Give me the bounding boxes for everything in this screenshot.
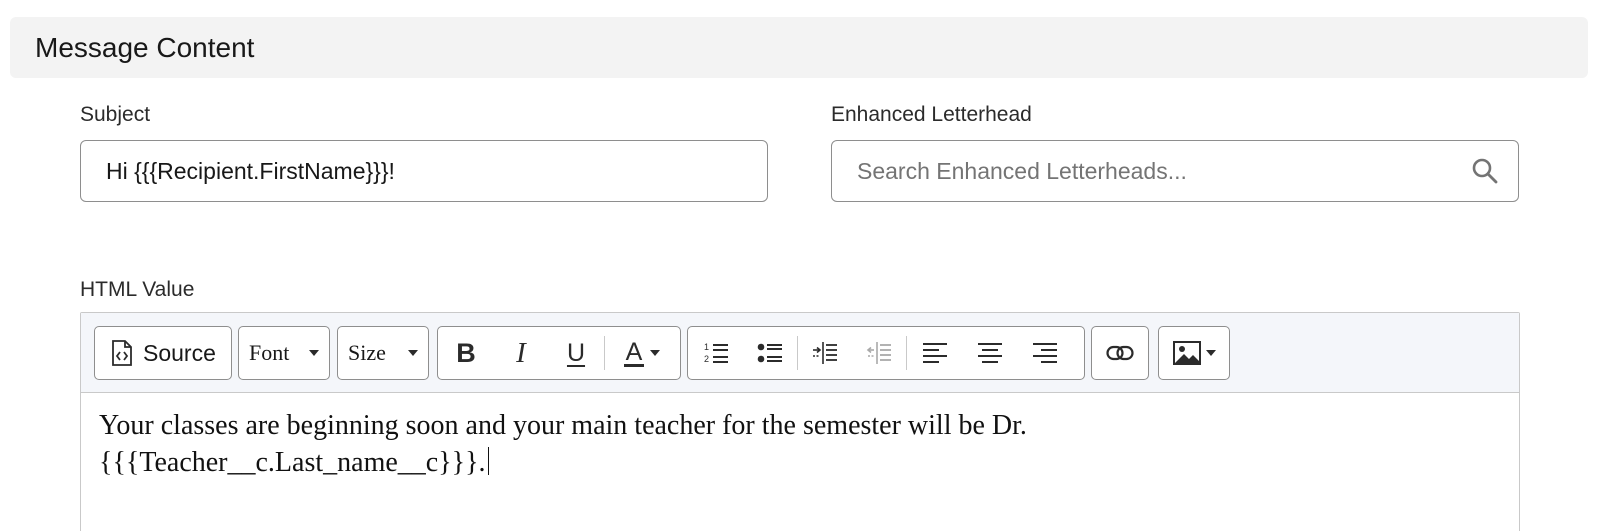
search-icon[interactable]: [1470, 156, 1500, 186]
letterhead-placeholder: Search Enhanced Letterheads...: [857, 157, 1187, 184]
bulleted-list-icon: [757, 343, 782, 363]
italic-icon: I: [516, 336, 526, 369]
section-title: Message Content: [35, 31, 255, 63]
chevron-down-icon: [309, 350, 319, 356]
align-center-icon: [978, 343, 1002, 363]
chevron-down-icon: [1205, 350, 1216, 356]
size-dropdown-label: Size: [348, 340, 386, 365]
text-color-icon: A: [623, 337, 645, 367]
image-icon: [1172, 341, 1201, 365]
font-dropdown-label: Font: [249, 340, 290, 365]
align-right-button[interactable]: [1017, 327, 1073, 379]
html-value-label: HTML Value: [80, 278, 195, 301]
section-header: Message Content: [10, 17, 1588, 78]
size-dropdown-inner: Size: [338, 327, 428, 379]
rich-text-editor: Source Font Size B I U A 1 2 Your classe…: [80, 312, 1520, 531]
image-button[interactable]: [1158, 326, 1230, 380]
svg-text:1: 1: [704, 342, 709, 352]
align-center-button[interactable]: [963, 327, 1017, 379]
size-dropdown[interactable]: Size: [337, 326, 429, 380]
subject-value: Hi {{{Recipient.FirstName}}}!: [106, 157, 395, 184]
svg-text:2: 2: [704, 354, 709, 364]
source-icon: [112, 340, 132, 366]
indent-button[interactable]: [798, 327, 852, 379]
align-left-button[interactable]: [907, 327, 963, 379]
link-icon: [1106, 345, 1134, 361]
align-right-icon: [1033, 343, 1057, 363]
source-group: Source: [95, 327, 216, 379]
underline-button[interactable]: U: [548, 327, 604, 379]
text-color-button[interactable]: A: [605, 327, 679, 379]
bold-button[interactable]: B: [438, 327, 494, 379]
numbered-list-icon: 1 2: [704, 342, 728, 364]
editor-toolbar: Source Font Size B I U A 1 2: [81, 313, 1519, 393]
underline-icon: U: [566, 338, 586, 367]
editor-line-wrap: {{{Teacher__c.Last_name__c}}}.: [99, 444, 1499, 481]
align-left-icon: [923, 343, 947, 363]
source-label: Source: [143, 339, 216, 366]
text-cursor: [487, 447, 490, 475]
letterhead-label: Enhanced Letterhead: [831, 103, 1032, 126]
indent-icon: [813, 342, 837, 364]
chevron-down-icon: [650, 350, 661, 356]
letterhead-search-input[interactable]: Search Enhanced Letterheads...: [831, 140, 1519, 202]
font-dropdown[interactable]: Font: [238, 326, 330, 380]
italic-button[interactable]: I: [494, 327, 548, 379]
bulleted-list-button[interactable]: [743, 327, 797, 379]
editor-content[interactable]: Your classes are beginning soon and your…: [99, 407, 1499, 481]
outdent-icon: [866, 342, 891, 364]
link-button[interactable]: [1091, 326, 1149, 380]
bold-icon: B: [456, 337, 476, 368]
editor-line: {{{Teacher__c.Last_name__c}}}.: [99, 447, 486, 478]
outdent-button[interactable]: [852, 327, 906, 379]
font-dropdown-inner: Font: [239, 327, 329, 379]
subject-input[interactable]: Hi {{{Recipient.FirstName}}}!: [80, 140, 768, 202]
editor-line: Your classes are beginning soon and your…: [99, 410, 1027, 441]
numbered-list-button[interactable]: 1 2: [688, 327, 743, 379]
text-format-group: B I U A: [437, 326, 681, 380]
subject-label: Subject: [80, 103, 151, 126]
paragraph-format-group: 1 2: [687, 326, 1085, 380]
source-button[interactable]: Source: [94, 326, 232, 380]
chevron-down-icon: [408, 350, 418, 356]
